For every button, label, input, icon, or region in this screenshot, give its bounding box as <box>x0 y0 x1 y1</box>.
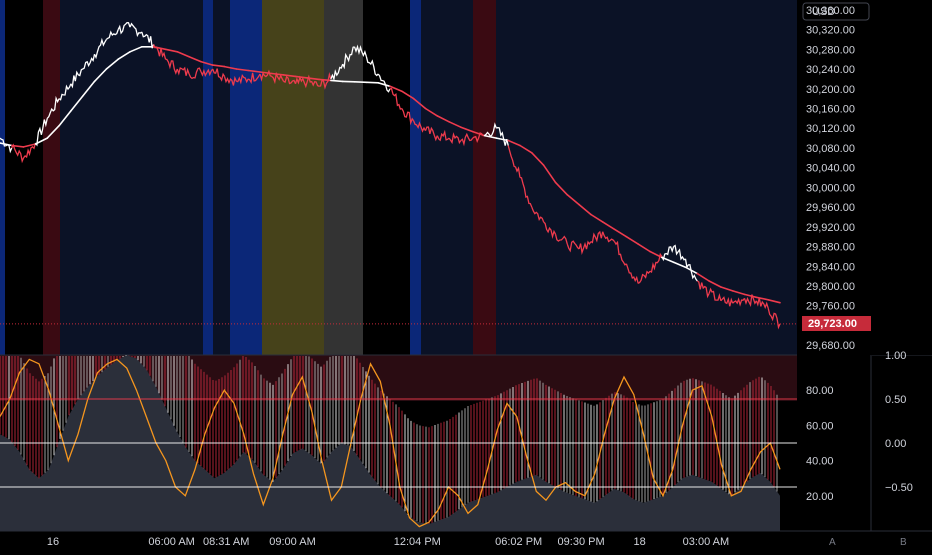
session-band <box>496 0 797 355</box>
button-a-label: A <box>829 537 836 548</box>
price-tick-label: 30,280.00 <box>806 44 855 56</box>
osc-left-tick-label: 80.00 <box>806 385 834 397</box>
osc-right-tick-label: 0.50 <box>885 394 906 406</box>
time-tick-label: 06:02 PM <box>495 536 542 548</box>
price-tick-label: 30,040.00 <box>806 163 855 175</box>
session-band <box>0 0 5 355</box>
session-band <box>203 0 213 355</box>
session-band <box>262 0 324 355</box>
price-tick-label: 30,320.00 <box>806 25 855 37</box>
chart-root: USD 30,360.0030,320.0030,280.0030,240.00… <box>0 0 932 550</box>
baseline-segment <box>366 82 378 83</box>
baseline-segment <box>319 79 331 80</box>
price-tick-label: 29,680.00 <box>806 340 855 352</box>
session-band <box>43 0 60 355</box>
osc-left-tick-label: 20.00 <box>806 491 834 503</box>
price-tick-label: 30,160.00 <box>806 104 855 116</box>
time-tick-label: 08:31 AM <box>203 536 249 548</box>
session-band <box>230 0 262 355</box>
price-tick-label: 30,000.00 <box>806 182 855 194</box>
time-tick-label: 18 <box>633 536 645 548</box>
session-band <box>213 0 230 355</box>
price-tick-label: 30,200.00 <box>806 84 855 96</box>
time-tick-label: 06:00 AM <box>148 536 194 548</box>
osc-right-tick-label: 0.00 <box>885 438 906 450</box>
last-price-label: 29,723.00 <box>808 318 857 330</box>
bottom-button-a[interactable]: A <box>826 535 840 548</box>
chart-svg: USD 30,360.0030,320.0030,280.0030,240.00… <box>0 0 932 550</box>
osc-left-tick-label: 40.00 <box>806 456 834 468</box>
price-tick-label: 29,840.00 <box>806 261 855 273</box>
price-axis: USD 30,360.0030,320.0030,280.0030,240.00… <box>797 0 932 355</box>
price-tick-label: 30,360.00 <box>806 5 855 17</box>
time-tick-label: 03:00 AM <box>683 536 729 548</box>
session-band <box>473 0 496 355</box>
osc-axis-left-bg <box>797 355 872 531</box>
session-band <box>410 0 421 355</box>
price-tick-label: 29,880.00 <box>806 242 855 254</box>
bottom-button-b[interactable]: B <box>897 535 911 548</box>
session-band <box>421 0 473 355</box>
time-tick-label: 16 <box>47 536 59 548</box>
time-tick-label: 12:04 PM <box>394 536 441 548</box>
price-tick-label: 29,800.00 <box>806 281 855 293</box>
price-tick-label: 29,960.00 <box>806 202 855 214</box>
osc-right-tick-label: −0.50 <box>885 482 913 494</box>
time-tick-label: 09:00 AM <box>269 536 315 548</box>
price-tick-label: 30,120.00 <box>806 123 855 135</box>
session-band <box>324 0 363 355</box>
price-tick-label: 30,080.00 <box>806 143 855 155</box>
time-axis: 16 06:00 AM 08:31 AM 09:00 AM 12:04 PM 06:02 … <box>0 531 932 550</box>
baseline-segment <box>355 82 367 83</box>
osc-left-tick-label: 60.00 <box>806 420 834 432</box>
osc-right-tick-label: 1.00 <box>885 350 906 362</box>
price-tick-label: 29,920.00 <box>806 222 855 234</box>
baseline-segment <box>331 80 343 81</box>
price-tick-label: 29,760.00 <box>806 301 855 313</box>
time-tick-label: 09:30 PM <box>558 536 605 548</box>
time-axis-bg <box>0 531 932 550</box>
button-b-label: B <box>900 537 907 548</box>
price-tick-label: 30,240.00 <box>806 64 855 76</box>
